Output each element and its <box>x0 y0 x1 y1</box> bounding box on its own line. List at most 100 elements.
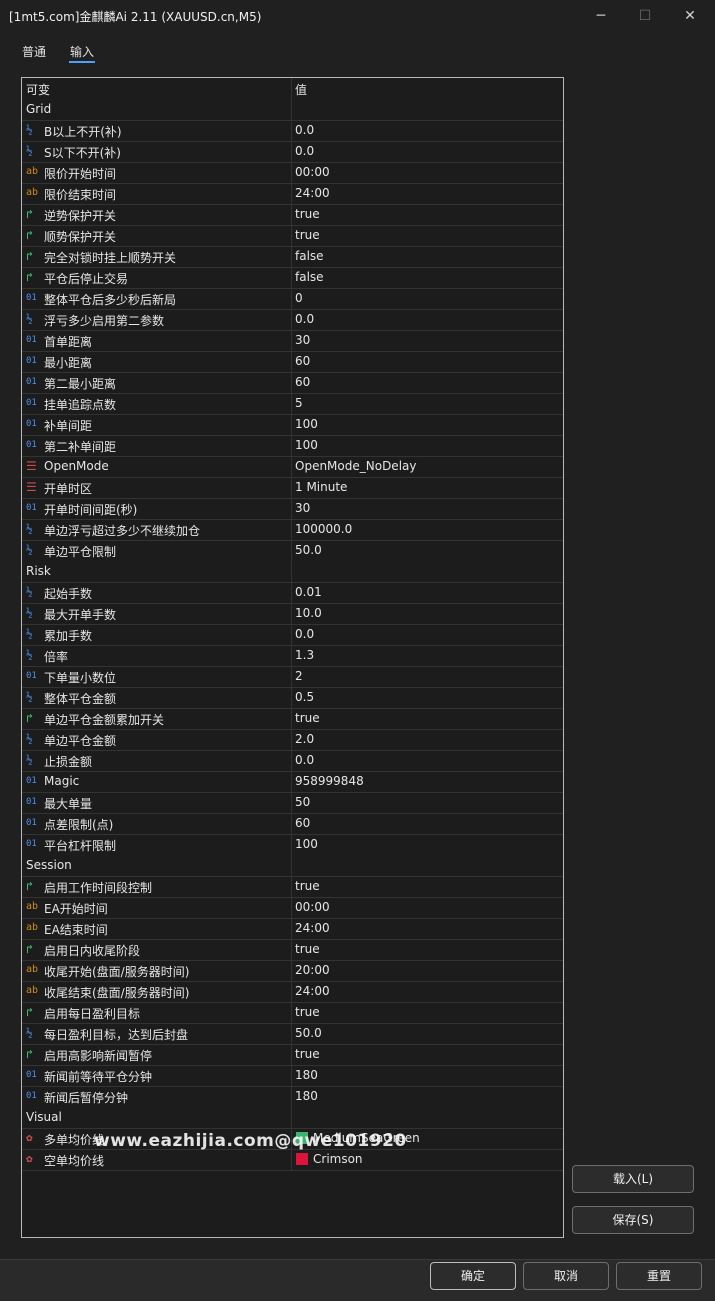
param-value[interactable]: 100 <box>295 438 318 452</box>
param-value[interactable]: 50.0 <box>295 543 322 557</box>
param-value[interactable]: 00:00 <box>295 165 330 179</box>
table-row[interactable]: 01 挂单追踪点数 5 <box>22 393 563 415</box>
param-value[interactable]: 2 <box>295 669 303 683</box>
param-value[interactable]: true <box>295 879 320 893</box>
table-row[interactable]: ab 限价开始时间 00:00 <box>22 162 563 184</box>
param-value[interactable]: 0.0 <box>295 627 314 641</box>
param-value[interactable]: 958999848 <box>295 774 364 788</box>
param-value[interactable]: 1.3 <box>295 648 314 662</box>
table-row[interactable]: ½ B以上不开(补) 0.0 <box>22 120 563 142</box>
table-row[interactable]: ½ 单边浮亏超过多少不继续加仓 100000.0 <box>22 519 563 541</box>
table-row[interactable]: ab 收尾结束(盘面/服务器时间) 24:00 <box>22 981 563 1003</box>
param-value[interactable]: 0.0 <box>295 753 314 767</box>
param-value[interactable]: 0.0 <box>295 312 314 326</box>
param-value[interactable]: 0.5 <box>295 690 314 704</box>
param-value[interactable]: 24:00 <box>295 921 330 935</box>
param-value[interactable]: 180 <box>295 1068 318 1082</box>
table-row[interactable]: ½ 止损金额 0.0 <box>22 750 563 772</box>
table-row[interactable]: ↱ 启用高影响新闻暂停 true <box>22 1044 563 1066</box>
table-row[interactable]: 01 第二最小距离 60 <box>22 372 563 394</box>
table-row[interactable]: ½ 最大开单手数 10.0 <box>22 603 563 625</box>
table-row[interactable]: 01 整体平仓后多少秒后新局 0 <box>22 288 563 310</box>
table-row[interactable]: ☰ OpenMode OpenMode_NoDelay <box>22 456 563 478</box>
close-icon[interactable]: ✕ <box>675 4 705 28</box>
param-value[interactable]: 0 <box>295 291 303 305</box>
param-value[interactable]: true <box>295 942 320 956</box>
param-value[interactable]: 2.0 <box>295 732 314 746</box>
table-row[interactable]: 01 新闻前等待平仓分钟 180 <box>22 1065 563 1087</box>
save-button[interactable]: 保存(S) <box>572 1206 694 1234</box>
table-row[interactable]: ½ 整体平仓金额 0.5 <box>22 687 563 709</box>
param-value[interactable]: true <box>295 1047 320 1061</box>
table-row[interactable]: ↱ 逆势保护开关 true <box>22 204 563 226</box>
table-row[interactable]: ↱ 启用日内收尾阶段 true <box>22 939 563 961</box>
param-value[interactable]: true <box>295 228 320 242</box>
table-row[interactable]: 01 最小距离 60 <box>22 351 563 373</box>
table-row[interactable]: ½ 浮亏多少启用第二参数 0.0 <box>22 309 563 331</box>
tab-common[interactable]: 普通 <box>22 43 46 60</box>
table-row[interactable]: ½ 每日盈利目标，达到后封盘 50.0 <box>22 1023 563 1045</box>
param-value[interactable]: 100000.0 <box>295 522 352 536</box>
param-value[interactable]: Crimson <box>313 1152 363 1166</box>
param-value[interactable]: 100 <box>295 417 318 431</box>
param-value[interactable]: true <box>295 1005 320 1019</box>
param-value[interactable]: 30 <box>295 501 310 515</box>
table-row[interactable]: ✿ 空单均价线 Crimson <box>22 1149 563 1171</box>
param-value[interactable]: false <box>295 270 324 284</box>
param-value[interactable]: true <box>295 711 320 725</box>
table-row[interactable]: ☰ 开单时区 1 Minute <box>22 477 563 499</box>
param-value[interactable]: 00:00 <box>295 900 330 914</box>
table-row[interactable]: 01 新闻后暂停分钟 180 <box>22 1086 563 1108</box>
table-row[interactable]: 01 点差限制(点) 60 <box>22 813 563 835</box>
param-value[interactable]: 20:00 <box>295 963 330 977</box>
param-value[interactable]: 1 Minute <box>295 480 347 494</box>
table-row[interactable]: ↱ 顺势保护开关 true <box>22 225 563 247</box>
ok-button[interactable]: 确定 <box>430 1262 516 1290</box>
param-value[interactable]: OpenMode_NoDelay <box>295 459 416 473</box>
param-value[interactable]: 60 <box>295 375 310 389</box>
table-row[interactable]: 01 最大单量 50 <box>22 792 563 814</box>
reset-button[interactable]: 重置 <box>616 1262 702 1290</box>
load-button[interactable]: 载入(L) <box>572 1165 694 1193</box>
param-value[interactable]: 24:00 <box>295 984 330 998</box>
table-row[interactable]: ↱ 单边平仓金额累加开关 true <box>22 708 563 730</box>
param-value[interactable]: 50 <box>295 795 310 809</box>
tab-inputs[interactable]: 输入 <box>70 43 94 60</box>
param-value[interactable]: 30 <box>295 333 310 347</box>
table-row[interactable]: 01 补单间距 100 <box>22 414 563 436</box>
table-row[interactable]: ↱ 平仓后停止交易 false <box>22 267 563 289</box>
table-row[interactable]: ↱ 启用每日盈利目标 true <box>22 1002 563 1024</box>
table-row[interactable]: 01 开单时间间距(秒) 30 <box>22 498 563 520</box>
param-value[interactable]: 0.0 <box>295 144 314 158</box>
table-row[interactable]: ½ 单边平仓金额 2.0 <box>22 729 563 751</box>
param-value[interactable]: 60 <box>295 816 310 830</box>
param-value[interactable]: 0.01 <box>295 585 322 599</box>
param-value[interactable]: 5 <box>295 396 303 410</box>
param-value[interactable]: 50.0 <box>295 1026 322 1040</box>
table-row[interactable]: 01 平台杠杆限制 100 <box>22 834 563 856</box>
param-value[interactable]: 10.0 <box>295 606 322 620</box>
table-row[interactable]: ↱ 启用工作时间段控制 true <box>22 876 563 898</box>
table-row[interactable]: ↱ 完全对锁时挂上顺势开关 false <box>22 246 563 268</box>
table-row[interactable]: 01 第二补单间距 100 <box>22 435 563 457</box>
param-value[interactable]: false <box>295 249 324 263</box>
table-row[interactable]: ½ S以下不开(补) 0.0 <box>22 141 563 163</box>
param-value[interactable]: true <box>295 207 320 221</box>
table-row[interactable]: ½ 单边平仓限制 50.0 <box>22 540 563 562</box>
minimize-icon[interactable]: ─ <box>586 4 616 28</box>
cancel-button[interactable]: 取消 <box>523 1262 609 1290</box>
table-row[interactable]: ½ 倍率 1.3 <box>22 645 563 667</box>
param-value[interactable]: 0.0 <box>295 123 314 137</box>
param-value[interactable]: 100 <box>295 837 318 851</box>
table-row[interactable]: ½ 累加手数 0.0 <box>22 624 563 646</box>
table-row[interactable]: ab EA开始时间 00:00 <box>22 897 563 919</box>
table-row[interactable]: 01 Magic 958999848 <box>22 771 563 793</box>
table-row[interactable]: ab 收尾开始(盘面/服务器时间) 20:00 <box>22 960 563 982</box>
table-row[interactable]: ab 限价结束时间 24:00 <box>22 183 563 205</box>
param-value[interactable]: 24:00 <box>295 186 330 200</box>
table-row[interactable]: ½ 起始手数 0.01 <box>22 582 563 604</box>
table-row[interactable]: 01 下单量小数位 2 <box>22 666 563 688</box>
param-value[interactable]: 180 <box>295 1089 318 1103</box>
table-row[interactable]: 01 首单距离 30 <box>22 330 563 352</box>
table-row[interactable]: ab EA结束时间 24:00 <box>22 918 563 940</box>
